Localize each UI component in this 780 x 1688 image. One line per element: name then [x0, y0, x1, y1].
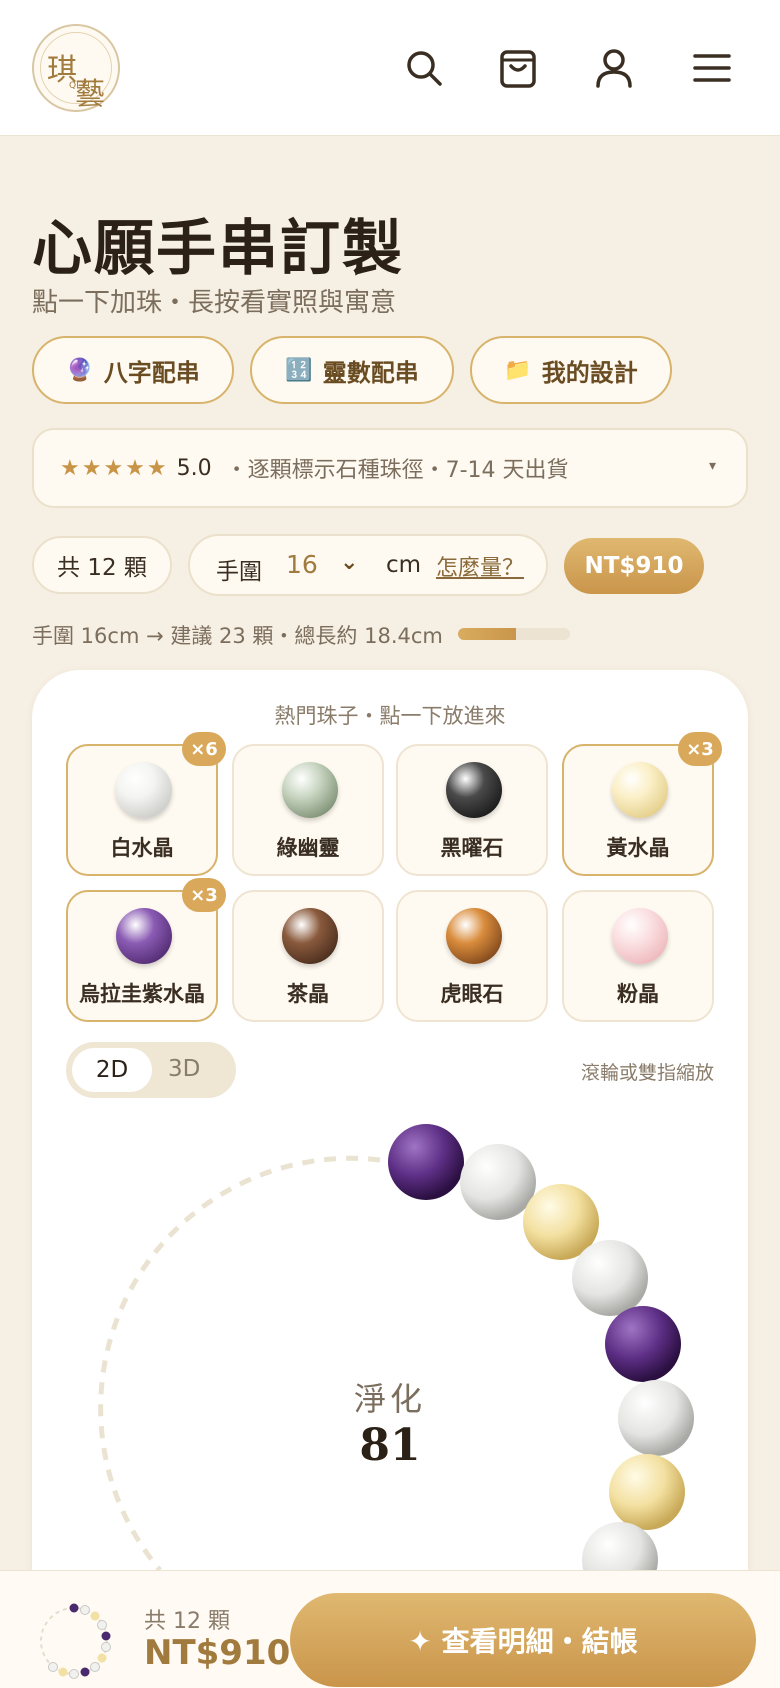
- page-title: 心願手串訂製: [32, 214, 404, 284]
- bead-quantity-badge: ×6: [182, 732, 226, 766]
- chevron-down-icon[interactable]: ⌄: [340, 550, 358, 575]
- bead-quantity-badge: ×3: [182, 878, 226, 912]
- bead-swatch: [116, 908, 172, 964]
- wrist-unit: cm: [386, 552, 422, 578]
- bead-option[interactable]: 白水晶 ×6: [66, 732, 226, 876]
- bead-name: 茶晶: [287, 982, 329, 1006]
- price-badge: NT$910: [564, 538, 704, 594]
- bead-name: 虎眼石: [440, 982, 504, 1006]
- bead-name: 黃水晶: [606, 836, 670, 860]
- my-designs-label: 我的設計: [541, 358, 638, 387]
- bead-name: 粉晶: [617, 982, 659, 1006]
- bead-name: 綠幽靈: [276, 836, 340, 860]
- my-designs-button[interactable]: 📁 我的設計: [470, 336, 672, 404]
- numbers-icon: 🔢: [285, 357, 313, 383]
- energy-score: 81: [359, 1420, 421, 1471]
- bead-swatch: [282, 762, 338, 818]
- star-rating-icon: ★★★★★: [60, 455, 169, 481]
- rating-summary[interactable]: ★★★★★ 5.0 ・逐顆標示石種珠徑・7-14 天出貨 ▾: [32, 428, 748, 508]
- energy-label: 淨化: [353, 1380, 426, 1418]
- bazi-match-button[interactable]: 🔮 八字配串: [32, 336, 234, 404]
- page-subtitle: 點一下加珠・長按看實照與寓意: [32, 288, 397, 318]
- checkout-bar: 共 12 顆 NT$910 ✦ 查看明細・結帳: [0, 1570, 780, 1688]
- wrist-label: 手圍: [216, 559, 262, 585]
- top-header: 琪 藝 QI YI: [0, 0, 780, 136]
- bead-option[interactable]: 茶晶: [232, 890, 384, 1022]
- footer-price: NT$910: [144, 1633, 291, 1673]
- bag-icon[interactable]: [492, 42, 544, 94]
- wrist-value[interactable]: 16: [286, 550, 318, 579]
- bead-option[interactable]: 黃水晶 ×3: [562, 732, 722, 876]
- mode-3d-button[interactable]: 3D: [168, 1056, 200, 1082]
- bead-swatch: [612, 908, 668, 964]
- how-to-measure-link[interactable]: 怎麼量？: [436, 550, 524, 582]
- brand-logo[interactable]: 琪 藝 QI YI: [32, 24, 120, 112]
- bazi-match-label: 八字配串: [103, 358, 200, 387]
- bracelet-bead[interactable]: [572, 1240, 648, 1316]
- bead-swatch: [612, 762, 668, 818]
- bracelet-guide-path: [98, 1155, 381, 1570]
- bracelet-bead[interactable]: [605, 1306, 681, 1382]
- menu-icon[interactable]: [686, 42, 738, 94]
- numerology-match-label: 靈數配串: [322, 358, 419, 387]
- bead-option[interactable]: 粉晶: [562, 890, 714, 1022]
- numerology-match-button[interactable]: 🔢 靈數配串: [250, 336, 454, 404]
- bead-option[interactable]: 綠幽靈: [232, 744, 384, 876]
- bead-swatch: [282, 908, 338, 964]
- bead-suggestion: 手圍 16cm → 建議 23 顆・總長約 18.4cm: [32, 624, 443, 648]
- bracelet-bead[interactable]: [388, 1124, 464, 1200]
- folder-icon: 📁: [504, 357, 532, 383]
- rating-description: ・逐顆標示石種珠徑・7-14 天出貨: [225, 458, 569, 483]
- bead-option[interactable]: 黑曜石: [396, 744, 548, 876]
- view-mode-toggle[interactable]: 2D 3D: [66, 1042, 236, 1098]
- progress-fill: [458, 628, 517, 640]
- wrist-size-selector[interactable]: 手圍 16 ⌄ cm 怎麼量？: [188, 534, 548, 596]
- crystal-ball-icon: 🔮: [66, 357, 94, 383]
- bracelet-thumbnail: [40, 1603, 111, 1679]
- logo-char-2: 藝: [75, 77, 105, 112]
- length-progress-bar: [458, 628, 570, 640]
- bead-name: 烏拉圭紫水晶: [79, 982, 205, 1006]
- popular-beads-heading: 熱門珠子・點一下放進來: [274, 704, 506, 728]
- bead-swatch: [116, 762, 172, 818]
- zoom-hint: 滾輪或雙指縮放: [580, 1062, 714, 1084]
- bead-option[interactable]: 虎眼石: [396, 890, 548, 1022]
- mode-2d-button[interactable]: 2D: [72, 1048, 152, 1092]
- bracelet-bead[interactable]: [460, 1144, 536, 1220]
- bead-name: 白水晶: [110, 836, 174, 860]
- bead-option[interactable]: 烏拉圭紫水晶 ×3: [66, 878, 226, 1022]
- logo-ring: 琪 藝 QI YI: [40, 32, 112, 112]
- bracelet-canvas[interactable]: [0, 1100, 780, 1570]
- caret-down-icon: ▾: [708, 458, 716, 474]
- bead-name: 黑曜石: [440, 836, 504, 860]
- bead-swatch: [446, 762, 502, 818]
- footer-bead-count: 共 12 顆: [144, 1609, 230, 1634]
- checkout-button[interactable]: ✦ 查看明細・結帳: [290, 1593, 756, 1687]
- user-icon[interactable]: [588, 42, 640, 94]
- search-icon[interactable]: [398, 42, 450, 94]
- bead-count-badge: 共 12 顆: [32, 536, 172, 594]
- logo-latin: QI YI: [69, 81, 90, 91]
- bead-swatch: [446, 908, 502, 964]
- rating-score: 5.0: [176, 455, 212, 481]
- bead-quantity-badge: ×3: [678, 732, 722, 766]
